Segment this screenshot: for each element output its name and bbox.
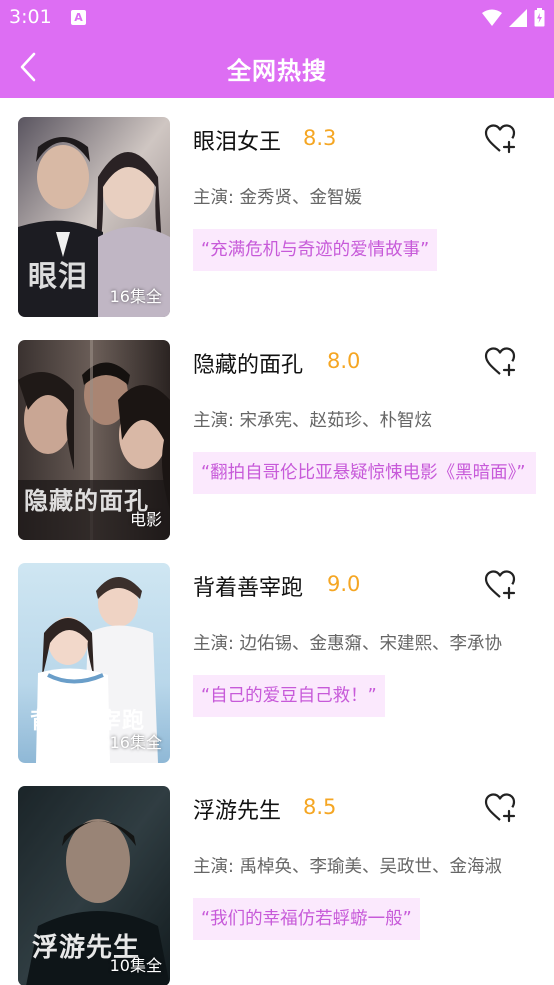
nav-bar: 全网热搜 xyxy=(0,36,554,98)
list-item[interactable]: 隐藏的面孔 电影 隐藏的面孔 8.0 主演: 宋承宪、赵茹珍、朴智炫 “翻拍自哥… xyxy=(0,321,554,544)
rating: 8.3 xyxy=(303,126,337,150)
tagline: “自己的爱豆自己救！” xyxy=(193,675,385,717)
page-title: 全网热搜 xyxy=(227,57,327,85)
drama-title[interactable]: 眼泪女王 xyxy=(193,124,281,156)
heart-plus-icon xyxy=(484,124,516,154)
signal-icon xyxy=(509,8,527,27)
list-item[interactable]: 背着善宰跑 16集全 背着善宰跑 9.0 主演: 边佑锡、金惠奫、宋建熙、李承协… xyxy=(0,544,554,767)
heart-plus-icon xyxy=(484,570,516,600)
episode-badge: 16集全 xyxy=(109,287,162,306)
drama-title[interactable]: 隐藏的面孔 xyxy=(193,347,303,379)
rating: 9.0 xyxy=(327,572,361,596)
episode-badge: 电影 xyxy=(129,510,162,529)
cast-text: 主演: 宋承宪、赵茹珍、朴智炫 xyxy=(193,411,432,431)
tagline: “充满危机与奇迹的爱情故事” xyxy=(193,229,438,271)
add-favorite-button[interactable] xyxy=(482,790,518,826)
add-favorite-button[interactable] xyxy=(482,567,518,603)
poster-image[interactable]: 隐藏的面孔 电影 xyxy=(18,340,170,540)
drama-title[interactable]: 背着善宰跑 xyxy=(193,570,303,602)
heart-plus-icon xyxy=(484,793,516,823)
drama-title[interactable]: 浮游先生 xyxy=(193,793,281,825)
heart-plus-icon xyxy=(484,347,516,377)
add-favorite-button[interactable] xyxy=(482,121,518,157)
status-time: 3:01 xyxy=(9,6,52,28)
poster-image[interactable]: 浮游先生 10集全 xyxy=(18,786,170,985)
poster-image[interactable]: 眼泪 16集全 xyxy=(18,117,170,317)
battery-icon xyxy=(534,8,545,27)
status-bar: 3:01 A xyxy=(0,0,554,36)
tagline: “我们的幸福仿若蜉蝣一般” xyxy=(193,898,420,940)
poster-image[interactable]: 背着善宰跑 16集全 xyxy=(18,563,170,763)
episode-badge: 10集全 xyxy=(109,956,162,975)
cast-text: 主演: 边佑锡、金惠奫、宋建熙、李承协 xyxy=(193,634,502,654)
poster-title-art: 眼泪 xyxy=(28,259,89,293)
add-favorite-button[interactable] xyxy=(482,344,518,380)
list-item[interactable]: 浮游先生 10集全 浮游先生 8.5 主演: 禹棹奂、李瑜美、吴政世、金海淑 “… xyxy=(0,767,554,985)
notification-a-icon: A xyxy=(71,10,86,25)
app-header: 3:01 A 全网热搜 xyxy=(0,0,554,98)
rating: 8.0 xyxy=(327,349,361,373)
drama-list: 眼泪 16集全 眼泪女王 8.3 主演: 金秀贤、金智媛 “充满危机与奇迹的爱情… xyxy=(0,98,554,985)
rating: 8.5 xyxy=(303,795,337,819)
episode-badge: 16集全 xyxy=(109,733,162,752)
cast-text: 主演: 金秀贤、金智媛 xyxy=(193,188,362,208)
cast-text: 主演: 禹棹奂、李瑜美、吴政世、金海淑 xyxy=(193,857,502,877)
wifi-icon xyxy=(482,9,502,26)
tagline: “翻拍自哥伦比亚悬疑惊悚电影《黑暗面》” xyxy=(193,452,536,494)
status-icons xyxy=(482,8,545,27)
list-item[interactable]: 眼泪 16集全 眼泪女王 8.3 主演: 金秀贤、金智媛 “充满危机与奇迹的爱情… xyxy=(0,98,554,321)
